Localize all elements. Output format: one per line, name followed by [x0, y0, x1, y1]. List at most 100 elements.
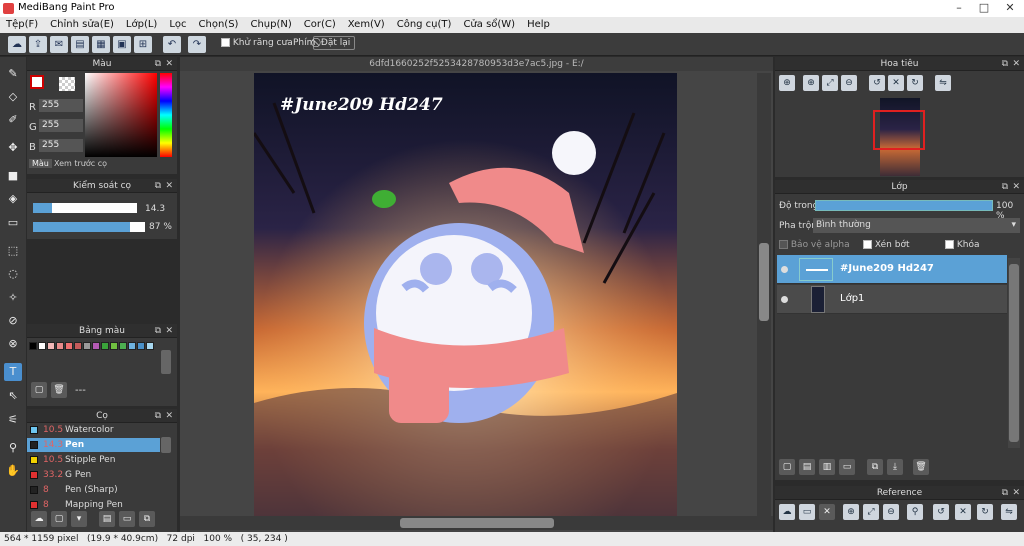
eyedropper-icon[interactable]: ⚲	[4, 439, 22, 457]
reference-open-icon[interactable]: ▭	[799, 504, 815, 520]
lock-checkbox[interactable]	[945, 240, 954, 249]
palette-swatch[interactable]	[74, 342, 82, 350]
delete-palette-icon[interactable]: 🗑	[51, 382, 67, 398]
brush-list-scrollbar[interactable]	[161, 437, 171, 453]
popout-icon[interactable]: ⧉	[155, 57, 161, 71]
reference-cloud-icon[interactable]: ☁	[779, 504, 795, 520]
rotate-left-icon[interactable]: ↺	[869, 75, 885, 91]
reference-fit-icon[interactable]: ⤢	[863, 504, 879, 520]
popout-icon[interactable]: ⧉	[155, 179, 161, 193]
actual-size-icon[interactable]: ✕	[888, 75, 904, 91]
cloud-icon[interactable]: ☁	[8, 36, 26, 53]
artwork-canvas[interactable]: #June209 Hd247	[254, 73, 677, 516]
merge-layer-icon[interactable]: ⤓	[887, 459, 903, 475]
new-halftone-layer-icon[interactable]: ▤	[799, 459, 815, 475]
menu-window[interactable]: Cửa sổ(W)	[457, 17, 521, 33]
panel-close-icon[interactable]: ✕	[165, 324, 173, 338]
magic-wand-icon[interactable]: ✧	[4, 289, 22, 307]
reference-rotate-left-icon[interactable]: ↺	[933, 504, 949, 520]
palette-swatch[interactable]	[83, 342, 91, 350]
layer-row-text[interactable]: #June209 Hd247	[777, 255, 1007, 284]
panel-close-icon[interactable]: ✕	[165, 409, 173, 423]
antialias-checkbox[interactable]	[221, 38, 230, 47]
menu-color[interactable]: Cor(C)	[298, 17, 342, 33]
select-rect-icon[interactable]: ⬚	[4, 242, 22, 260]
hand-tool-icon[interactable]: ✋	[4, 462, 22, 480]
delete-layer-icon[interactable]: 🗑	[913, 459, 929, 475]
layer-list-scrollbar[interactable]	[1008, 258, 1020, 448]
palette-swatch[interactable]	[47, 342, 55, 350]
menu-file[interactable]: Tệp(F)	[0, 17, 44, 33]
new-layer-icon[interactable]: ▢	[779, 459, 795, 475]
fill-tool-icon[interactable]: ◈	[4, 190, 22, 208]
layer-row-layer1[interactable]: Lớp1	[777, 285, 1007, 314]
antialias-toggle[interactable]: Khử răng cưa	[221, 38, 293, 48]
grid-icon[interactable]: ⊞	[134, 36, 152, 53]
reference-close-icon[interactable]: ✕	[819, 504, 835, 520]
select-pen-icon[interactable]: ⊘	[4, 312, 22, 330]
r-value-field[interactable]: 255	[39, 99, 83, 112]
vertical-scrollbar[interactable]	[757, 73, 771, 516]
alpha-protect-checkbox[interactable]	[779, 240, 788, 249]
duplicate-layer-icon[interactable]: ⧉	[867, 459, 883, 475]
clipping-toggle[interactable]: Xén bớt	[863, 240, 910, 250]
menu-select[interactable]: Chọn(S)	[193, 17, 245, 33]
layer-visibility-icon[interactable]	[781, 296, 788, 303]
select-eraser-icon[interactable]: ⊗	[4, 335, 22, 353]
document-icon[interactable]: ▤	[71, 36, 89, 53]
brush-add-icon[interactable]: ▢	[51, 511, 67, 527]
brush-item[interactable]: 8 Mapping Pen	[27, 498, 160, 509]
shape-tool-icon[interactable]: ■	[4, 167, 22, 185]
transparent-color-swatch[interactable]	[59, 77, 75, 91]
reference-actual-size-icon[interactable]: ✕	[955, 504, 971, 520]
tab-color[interactable]: Màu	[29, 159, 52, 168]
reference-zoom-in-icon[interactable]: ⊕	[843, 504, 859, 520]
menu-layer[interactable]: Lớp(L)	[120, 17, 163, 33]
dot-tool-icon[interactable]: ✐	[4, 111, 22, 129]
navigator-viewport-rect[interactable]	[873, 110, 925, 150]
reference-zoom-out-icon[interactable]: ⊖	[883, 504, 899, 520]
horizontal-scroll-thumb[interactable]	[400, 518, 554, 528]
panel-close-icon[interactable]: ✕	[1012, 57, 1020, 71]
new-8bit-layer-icon[interactable]: ▥	[819, 459, 835, 475]
popout-icon[interactable]: ⧉	[1002, 57, 1008, 71]
menu-view[interactable]: Xem(V)	[342, 17, 391, 33]
panel-close-icon[interactable]: ✕	[165, 57, 173, 71]
text-tool-icon[interactable]: T	[4, 363, 22, 381]
comment-icon[interactable]: ✉	[50, 36, 68, 53]
palette-swatch[interactable]	[29, 342, 37, 350]
close-button[interactable]: ✕	[998, 0, 1022, 17]
reference-flip-icon[interactable]: ⇋	[1001, 504, 1017, 520]
menu-filter[interactable]: Lọc	[163, 17, 192, 33]
palette-swatch[interactable]	[101, 342, 109, 350]
rotate-right-icon[interactable]: ↻	[907, 75, 923, 91]
redo-icon[interactable]: ↷	[188, 36, 206, 53]
brush-item[interactable]: 14.3 Pen	[27, 438, 160, 452]
panel-close-icon[interactable]: ✕	[1012, 180, 1020, 194]
brush-cloud-icon[interactable]: ☁	[31, 511, 47, 527]
maximize-button[interactable]: □	[972, 0, 996, 17]
add-palette-icon[interactable]: ▢	[31, 382, 47, 398]
popout-icon[interactable]: ⧉	[1002, 180, 1008, 194]
b-value-field[interactable]: 255	[39, 139, 83, 152]
popout-icon[interactable]: ⧉	[155, 409, 161, 423]
divide-tool-icon[interactable]: ⚟	[4, 411, 22, 429]
popout-icon[interactable]: ⧉	[1002, 486, 1008, 500]
palette-swatch[interactable]	[128, 342, 136, 350]
menu-edit[interactable]: Chỉnh sửa(E)	[44, 17, 120, 33]
clipping-checkbox[interactable]	[863, 240, 872, 249]
menu-tools[interactable]: Công cụ(T)	[391, 17, 458, 33]
material-icon[interactable]: ▣	[113, 36, 131, 53]
lock-toggle[interactable]: Khóa	[945, 240, 980, 250]
reference-rotate-right-icon[interactable]: ↻	[977, 504, 993, 520]
palette-swatch[interactable]	[38, 342, 46, 350]
fit-screen-icon[interactable]: ⤢	[822, 75, 838, 91]
layer-scroll-thumb[interactable]	[1009, 264, 1019, 442]
brush-duplicate-icon[interactable]: ⧉	[139, 511, 155, 527]
panel-close-icon[interactable]: ✕	[1012, 486, 1020, 500]
popout-icon[interactable]: ⧉	[155, 324, 161, 338]
minimize-button[interactable]: –	[947, 0, 971, 17]
eraser-tool-icon[interactable]: ◇	[4, 88, 22, 106]
gradient-tool-icon[interactable]: ▭	[4, 214, 22, 232]
brush-item[interactable]: 8 Pen (Sharp)	[27, 483, 160, 497]
